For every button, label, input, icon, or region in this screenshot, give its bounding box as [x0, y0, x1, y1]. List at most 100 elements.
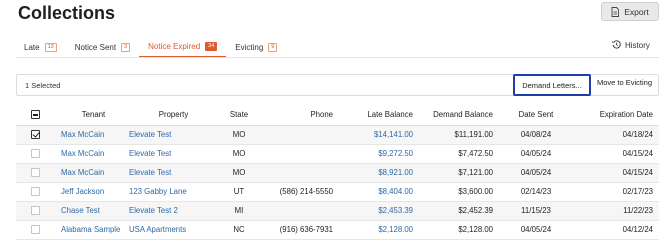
bulk-action-bar: 1 Selected Demand Letters... Move to Evi… [16, 74, 659, 96]
expiration-date-cell: 04/15/24 [572, 163, 659, 183]
late-balance-link[interactable]: $2,453.39 [340, 201, 420, 221]
column-header-state[interactable]: State [218, 105, 260, 126]
late-balance-link[interactable]: $2,128.00 [340, 220, 420, 240]
column-header-expiration-date[interactable]: Expiration Date [572, 105, 659, 126]
status-tabs: Late 13 Notice Sent 3 Notice Expired 34 … [16, 36, 286, 58]
row-checkbox-cell [16, 144, 54, 164]
table-row[interactable]: Max McCain Elevate Test MO $14,141.00 $1… [16, 125, 659, 145]
column-header-phone[interactable]: Phone [260, 105, 340, 126]
late-balance-link[interactable]: $8,921.00 [340, 163, 420, 183]
column-header-late-balance[interactable]: Late Balance [340, 105, 420, 126]
demand-balance-cell: $7,121.00 [420, 163, 500, 183]
date-sent-cell: 04/05/24 [500, 163, 572, 183]
row-checkbox[interactable] [30, 130, 40, 140]
phone-cell [260, 144, 340, 164]
date-sent-cell: 11/15/23 [500, 201, 572, 221]
table-row[interactable]: Alabama Sample USA Apartments NC (916) 6… [16, 220, 659, 240]
table-row[interactable]: Chase Test Elevate Test 2 MI $2,453.39 $… [16, 201, 659, 221]
expiration-date-cell: 11/22/23 [572, 201, 659, 221]
property-link[interactable]: Elevate Test [126, 144, 218, 164]
expiration-date-cell: 04/15/24 [572, 144, 659, 164]
tenant-link[interactable]: Chase Test [54, 201, 126, 221]
table-row[interactable]: Jeff Jackson 123 Gabby Lane UT (586) 214… [16, 182, 659, 202]
date-sent-cell: 02/14/23 [500, 182, 572, 202]
phone-cell: (586) 214-5550 [260, 182, 340, 202]
phone-cell [260, 201, 340, 221]
tab-count-badge: 9 [268, 42, 278, 52]
property-link[interactable]: 123 Gabby Lane [126, 182, 218, 202]
row-checkbox-cell [16, 125, 54, 145]
tab-notice-sent[interactable]: Notice Sent 3 [66, 36, 139, 58]
tenant-link[interactable]: Max McCain [54, 163, 126, 183]
tab-late[interactable]: Late 13 [16, 36, 66, 58]
row-checkbox[interactable] [30, 149, 40, 159]
page-title: Collections [18, 3, 116, 23]
demand-balance-cell: $3,600.00 [420, 182, 500, 202]
state-cell: MO [218, 163, 260, 183]
tab-label: Notice Expired [148, 41, 201, 51]
date-sent-cell: 04/05/24 [500, 144, 572, 164]
select-all-checkbox-cell [16, 105, 54, 126]
phone-cell [260, 125, 340, 145]
selected-count: 1 Selected [25, 81, 61, 90]
column-header-date-sent[interactable]: Date Sent [500, 105, 572, 126]
demand-balance-cell: $11,191.00 [420, 125, 500, 145]
phone-cell [260, 163, 340, 183]
state-cell: UT [218, 182, 260, 202]
tabs-divider [16, 57, 659, 58]
late-balance-link[interactable]: $8,404.00 [340, 182, 420, 202]
property-link[interactable]: USA Apartments [126, 220, 218, 240]
collections-table: Tenant Property State Phone Late Balance… [16, 105, 659, 240]
row-checkbox-cell [16, 220, 54, 240]
late-balance-link[interactable]: $9,272.50 [340, 144, 420, 164]
tab-label: Late [24, 42, 40, 52]
history-link[interactable]: History [612, 40, 650, 51]
date-sent-cell: 04/05/24 [500, 220, 572, 240]
property-link[interactable]: Elevate Test 2 [126, 201, 218, 221]
row-checkbox-cell [16, 163, 54, 183]
tenant-link[interactable]: Jeff Jackson [54, 182, 126, 202]
tenant-link[interactable]: Max McCain [54, 144, 126, 164]
property-link[interactable]: Elevate Test [126, 163, 218, 183]
tab-evicting[interactable]: Evicting 9 [226, 36, 286, 58]
row-checkbox[interactable] [30, 225, 40, 235]
export-button[interactable]: Export [601, 2, 659, 21]
row-checkbox[interactable] [30, 168, 40, 178]
tab-count-badge: 34 [205, 41, 218, 51]
table-row[interactable]: Max McCain Elevate Test MO $9,272.50 $7,… [16, 144, 659, 164]
demand-balance-cell: $2,128.00 [420, 220, 500, 240]
phone-cell: (916) 636-7931 [260, 220, 340, 240]
table-header-row: Tenant Property State Phone Late Balance… [16, 105, 659, 126]
state-cell: NC [218, 220, 260, 240]
demand-letters-button[interactable]: Demand Letters... [513, 74, 591, 96]
column-header-property[interactable]: Property [126, 105, 218, 126]
row-checkbox-cell [16, 182, 54, 202]
expiration-date-cell: 02/17/23 [572, 182, 659, 202]
expiration-date-cell: 04/18/24 [572, 125, 659, 145]
tab-label: Evicting [235, 42, 264, 52]
row-checkbox[interactable] [30, 187, 40, 197]
move-to-evicting-button[interactable]: Move to Evicting [597, 78, 652, 87]
state-cell: MI [218, 201, 260, 221]
column-header-tenant[interactable]: Tenant [54, 105, 126, 126]
row-checkbox-cell [16, 201, 54, 221]
demand-balance-cell: $2,452.39 [420, 201, 500, 221]
tenant-link[interactable]: Alabama Sample [54, 220, 126, 240]
select-all-checkbox[interactable] [30, 110, 40, 120]
tenant-link[interactable]: Max McCain [54, 125, 126, 145]
table-row[interactable]: Max McCain Elevate Test MO $8,921.00 $7,… [16, 163, 659, 183]
export-label: Export [624, 6, 649, 17]
state-cell: MO [218, 144, 260, 164]
row-checkbox[interactable] [30, 206, 40, 216]
property-link[interactable]: Elevate Test [126, 125, 218, 145]
state-cell: MO [218, 125, 260, 145]
history-label: History [625, 41, 650, 50]
late-balance-link[interactable]: $14,141.00 [340, 125, 420, 145]
date-sent-cell: 04/08/24 [500, 125, 572, 145]
tab-count-badge: 13 [44, 42, 57, 52]
document-export-icon [611, 6, 620, 17]
column-header-demand-balance[interactable]: Demand Balance [420, 105, 500, 126]
expiration-date-cell: 04/12/24 [572, 220, 659, 240]
tab-notice-expired[interactable]: Notice Expired 34 [139, 36, 227, 58]
demand-balance-cell: $7,472.50 [420, 144, 500, 164]
